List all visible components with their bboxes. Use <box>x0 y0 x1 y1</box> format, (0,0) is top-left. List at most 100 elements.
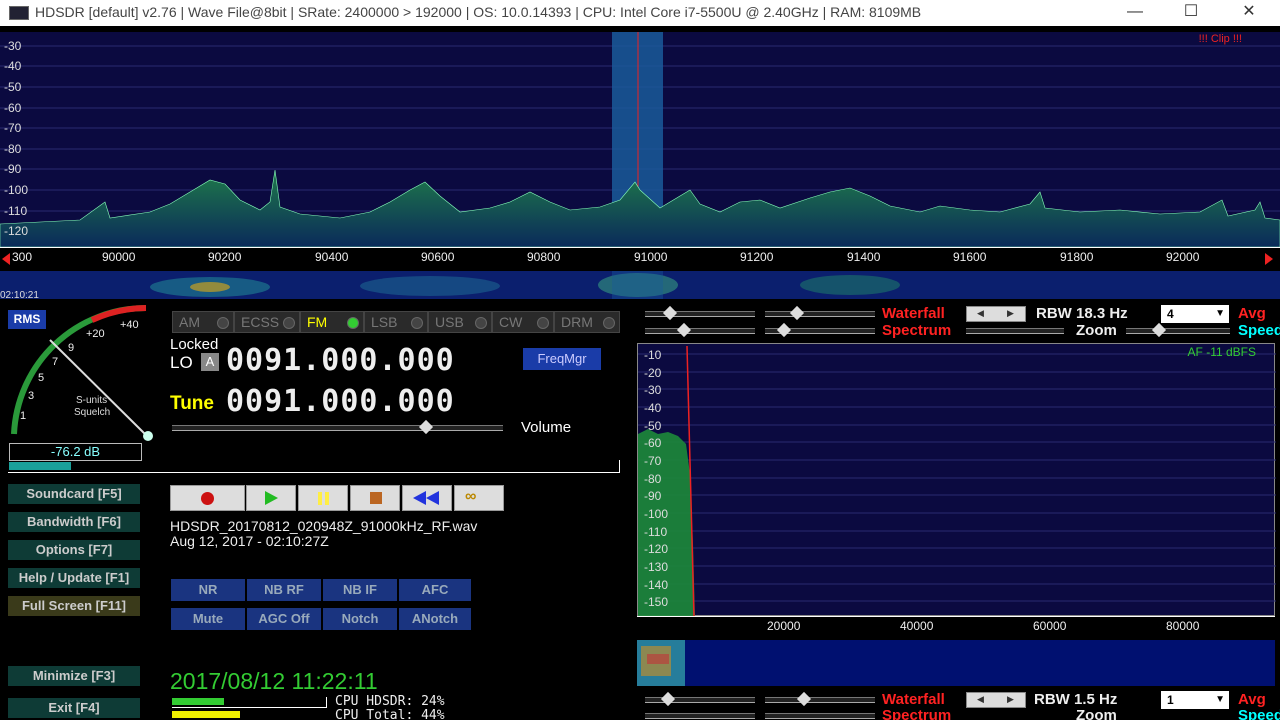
rf-waterfall[interactable] <box>0 271 1280 299</box>
minimize-window-button[interactable]: — <box>1112 0 1158 26</box>
waterfall-contrast-slider[interactable] <box>645 305 755 321</box>
mode-lsb-button[interactable]: LSB <box>364 311 428 333</box>
af-ylabel: -110 <box>644 525 668 539</box>
rf-freq-label: 92000 <box>1166 250 1200 264</box>
lo-a-button[interactable]: A <box>201 353 219 371</box>
af-ylabel: -150 <box>644 595 669 609</box>
rewind-button[interactable] <box>402 485 452 511</box>
af-waterfall[interactable] <box>637 640 1275 686</box>
mode-label: LSB <box>371 314 398 330</box>
af-spectrum-display[interactable]: -10 -20 -30 -40 -50 -60 -70 -80 -90 -100… <box>637 343 1276 617</box>
help-update-button[interactable]: Help / Update [F1] <box>8 568 140 588</box>
scroll-left-icon[interactable] <box>2 253 10 265</box>
lo-frequency-display[interactable]: 0091.000.000 <box>226 343 455 378</box>
volume-slider[interactable] <box>172 419 503 435</box>
af-ylabel: -140 <box>644 578 669 592</box>
af-avg-combo[interactable]: 1 ▼ <box>1161 691 1229 709</box>
lo-locked-label: Locked <box>170 336 219 353</box>
slider-knob[interactable] <box>776 322 792 338</box>
play-icon <box>265 491 278 505</box>
slider-knob[interactable] <box>1151 322 1167 338</box>
stop-icon <box>370 492 382 504</box>
rf-ylabel: -100 <box>4 183 29 197</box>
spectrum-contrast-slider[interactable] <box>645 322 755 338</box>
agc-button[interactable]: AGC Off <box>247 608 321 630</box>
mode-ecss-button[interactable]: ECSS <box>234 311 300 333</box>
rf-ylabel: -90 <box>4 162 22 176</box>
exit-button[interactable]: Exit [F4] <box>8 698 140 718</box>
slider-knob[interactable] <box>676 322 692 338</box>
loop-button[interactable]: ∞ <box>454 485 504 511</box>
full-screen-button[interactable]: Full Screen [F11] <box>8 596 140 616</box>
arrow-left-icon[interactable]: ◀ <box>977 308 984 319</box>
freqmgr-button[interactable]: FreqMgr <box>523 348 601 370</box>
maximize-window-button[interactable]: ☐ <box>1168 0 1214 26</box>
af-ylabel: -80 <box>644 472 662 486</box>
notch-button[interactable]: Notch <box>323 608 397 630</box>
spectrum-brightness-slider[interactable] <box>765 322 875 338</box>
slider-knob[interactable] <box>418 419 434 435</box>
scroll-right-icon[interactable] <box>1265 253 1273 265</box>
led-icon <box>537 317 549 329</box>
slider-knob[interactable] <box>796 691 812 707</box>
mode-label: DRM <box>561 314 593 330</box>
bandwidth-button[interactable]: Bandwidth [F6] <box>8 512 140 532</box>
mode-am-button[interactable]: AM <box>172 311 234 333</box>
af-waterfall-contrast-slider[interactable] <box>645 691 755 707</box>
rf-freq-label: 91000 <box>634 250 668 264</box>
mode-usb-button[interactable]: USB <box>428 311 492 333</box>
arrow-right-icon[interactable]: ▶ <box>1007 694 1014 705</box>
led-icon <box>217 317 229 329</box>
pause-button[interactable] <box>298 485 348 511</box>
record-icon <box>201 492 214 505</box>
stop-button[interactable] <box>350 485 400 511</box>
play-button[interactable] <box>246 485 296 511</box>
af-ylabel: -20 <box>644 366 662 380</box>
arrow-right-icon[interactable]: ▶ <box>1007 308 1014 319</box>
rbw-label: RBW 18.3 Hz <box>1036 305 1128 322</box>
options-button[interactable]: Options [F7] <box>8 540 140 560</box>
waterfall-brightness-slider[interactable] <box>765 305 875 321</box>
af-ylabel: -120 <box>644 542 669 556</box>
slider-knob[interactable] <box>789 305 805 321</box>
nb-if-button[interactable]: NB IF <box>323 579 397 601</box>
mute-button[interactable]: Mute <box>171 608 245 630</box>
afc-button[interactable]: AFC <box>399 579 471 601</box>
af-rbw-stepper[interactable]: ◀ ▶ <box>966 692 1026 708</box>
mode-label: FM <box>307 314 328 330</box>
af-frequency-scale[interactable]: 20000 40000 60000 80000 <box>637 616 1275 640</box>
app-icon <box>9 6 29 20</box>
tune-frequency-display[interactable]: 0091.000.000 <box>226 384 455 419</box>
rf-zoom-left-slider[interactable] <box>966 328 1064 334</box>
arrow-left-icon[interactable]: ◀ <box>977 694 984 705</box>
af-spectrum-brightness-slider[interactable] <box>765 713 875 719</box>
nr-button[interactable]: NR <box>171 579 245 601</box>
af-spectrum-contrast-slider[interactable] <box>645 713 755 719</box>
led-icon <box>411 317 423 329</box>
mode-label: CW <box>499 314 523 330</box>
cpu-total-bar <box>172 711 240 718</box>
af-waterfall-brightness-slider[interactable] <box>765 691 875 707</box>
mode-cw-button[interactable]: CW <box>492 311 554 333</box>
separator <box>8 472 620 473</box>
slider-knob[interactable] <box>660 691 676 707</box>
rf-zoom-slider[interactable] <box>1126 322 1230 338</box>
file-name: HDSDR_20170812_020948Z_91000kHz_RF.wav <box>170 518 478 534</box>
rf-frequency-scale[interactable]: 300 90000 90200 90400 90600 90800 91000 … <box>0 247 1280 271</box>
af-ylabel: -10 <box>644 348 662 362</box>
nb-rf-button[interactable]: NB RF <box>247 579 321 601</box>
avg-combo[interactable]: 4 ▼ <box>1161 305 1229 323</box>
anotch-button[interactable]: ANotch <box>399 608 471 630</box>
rf-ylabel: -60 <box>4 101 22 115</box>
rbw-stepper[interactable]: ◀ ▶ <box>966 306 1026 322</box>
record-button[interactable] <box>170 485 245 511</box>
soundcard-button[interactable]: Soundcard [F5] <box>8 484 140 504</box>
mode-fm-button[interactable]: FM <box>300 311 364 333</box>
minimize-button[interactable]: Minimize [F3] <box>8 666 140 686</box>
close-window-button[interactable]: ✕ <box>1226 0 1272 26</box>
slider-knob[interactable] <box>662 305 678 321</box>
rf-ylabel: -110 <box>4 204 28 218</box>
rf-spectrum-display[interactable]: -30 -40 -50 -60 -70 -80 -90 -100 -110 -1… <box>0 32 1280 247</box>
rf-freq-label: 90800 <box>527 250 561 264</box>
mode-drm-button[interactable]: DRM <box>554 311 620 333</box>
